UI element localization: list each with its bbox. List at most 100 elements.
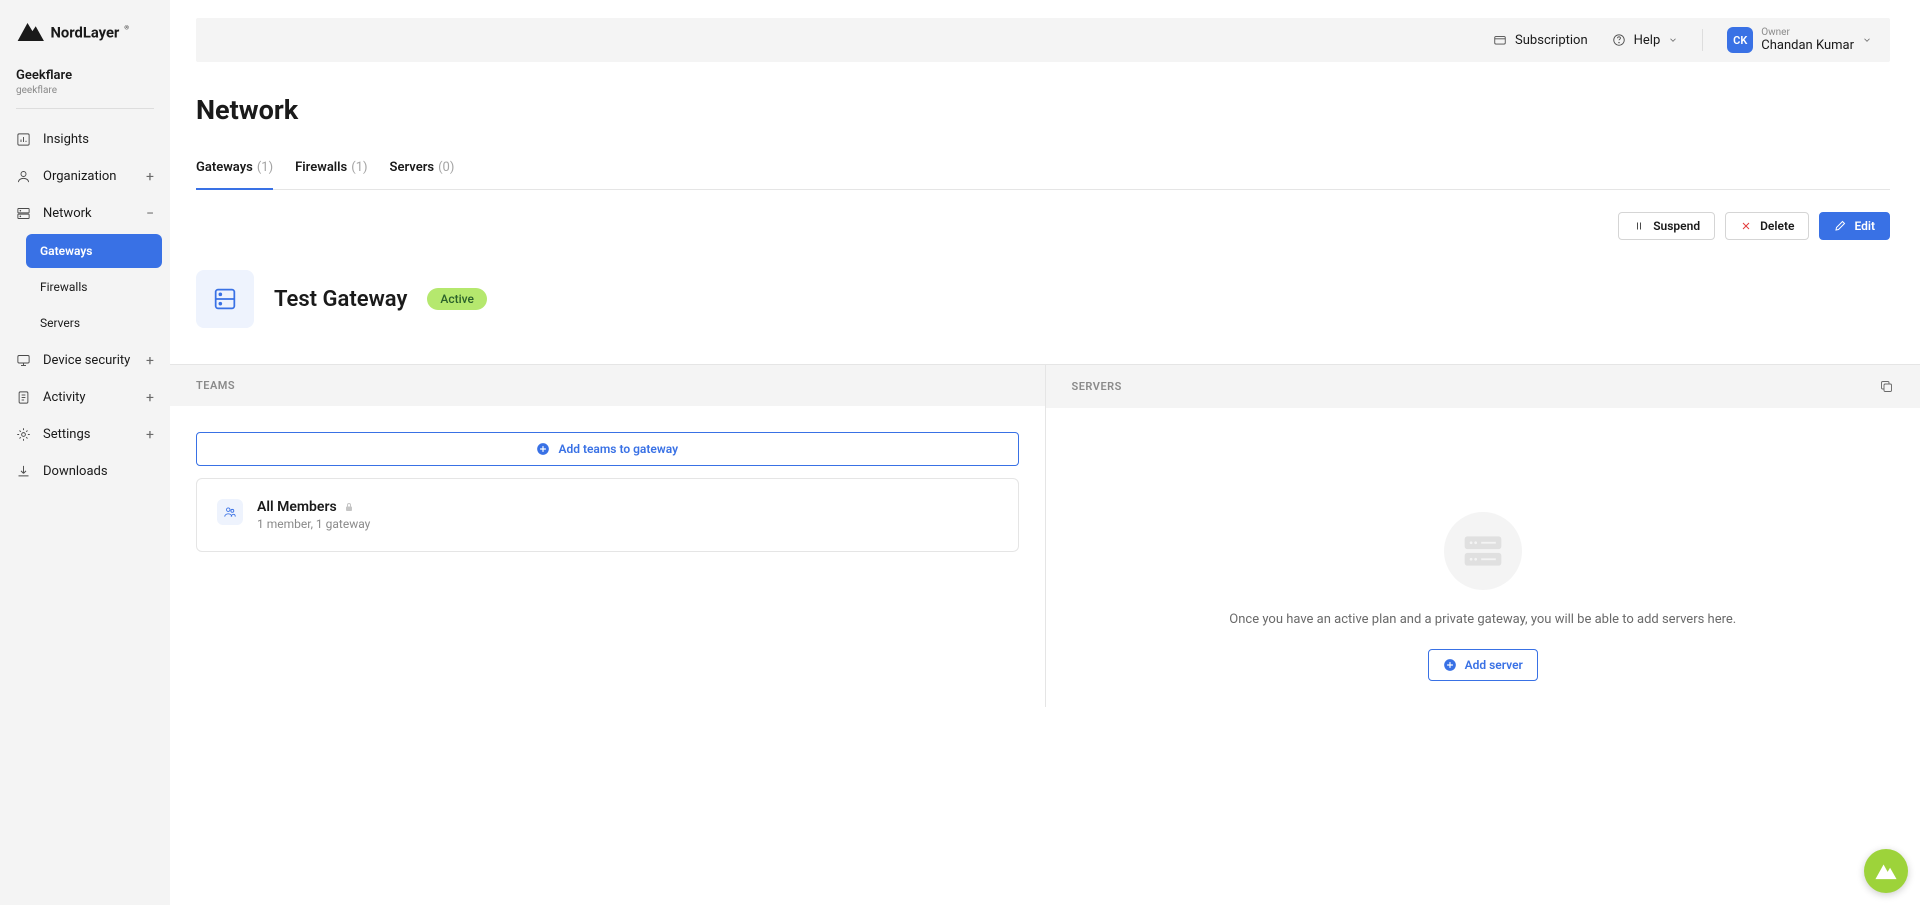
main-content: Subscription Help CK Owner Chandan Kumar… — [170, 0, 1920, 905]
nav-label: Device security — [43, 353, 130, 368]
org-name: Geekflare — [16, 68, 154, 83]
suspend-button[interactable]: Suspend — [1618, 212, 1715, 240]
btn-label: Edit — [1854, 219, 1875, 233]
add-teams-button[interactable]: Add teams to gateway — [196, 432, 1019, 466]
btn-label: Delete — [1760, 219, 1794, 233]
gateway-header: Test Gateway Active — [196, 270, 1890, 328]
status-badge: Active — [427, 288, 487, 310]
tab-gateways[interactable]: Gateways (1) — [196, 160, 273, 189]
topbar: Subscription Help CK Owner Chandan Kumar — [196, 18, 1890, 62]
sidebar-divider — [16, 108, 154, 109]
lock-icon — [343, 501, 355, 513]
servers-panel: SERVERS Once you have an active plan and… — [1046, 365, 1920, 707]
separator — [1702, 29, 1703, 51]
subscription-link[interactable]: Subscription — [1493, 33, 1588, 48]
servers-empty-state: Once you have an active plan and a priva… — [1086, 434, 1881, 681]
expand-icon: + — [146, 170, 154, 184]
nav-downloads[interactable]: Downloads — [8, 453, 162, 490]
nav-sub-firewalls[interactable]: Firewalls — [26, 270, 162, 304]
gateway-name: Test Gateway — [274, 287, 407, 312]
panel-title: TEAMS — [196, 379, 235, 392]
tab-count: (0) — [438, 160, 454, 175]
tab-servers[interactable]: Servers(0) — [390, 160, 455, 189]
chevron-down-icon — [1668, 35, 1678, 45]
user-icon — [16, 169, 31, 184]
x-icon — [1740, 220, 1752, 232]
nav-settings[interactable]: Settings + — [8, 416, 162, 453]
teams-header: TEAMS — [170, 365, 1045, 406]
tab-label: Gateways — [196, 160, 253, 175]
nav-label: Settings — [43, 427, 90, 442]
tab-label: Firewalls — [295, 160, 347, 175]
copy-icon[interactable] — [1879, 379, 1894, 394]
subscription-label: Subscription — [1515, 33, 1588, 48]
nav-label: Downloads — [43, 464, 108, 479]
nav-label: Organization — [43, 169, 116, 184]
chat-fab[interactable] — [1864, 849, 1908, 893]
panels: TEAMS Add teams to gateway All Members — [170, 364, 1920, 707]
help-label: Help — [1634, 33, 1661, 48]
nord-icon — [1873, 858, 1899, 884]
nav-activity[interactable]: Activity + — [8, 379, 162, 416]
brand-logo[interactable]: NordLayer ® — [8, 18, 162, 68]
subscription-icon — [1493, 33, 1507, 47]
tab-count: (1) — [351, 160, 367, 175]
svg-text:®: ® — [124, 25, 129, 32]
nav-network[interactable]: Network − — [8, 195, 162, 232]
nav-sub-gateways[interactable]: Gateways — [26, 234, 162, 268]
org-slug: geekflare — [16, 85, 154, 96]
expand-icon: + — [146, 428, 154, 442]
user-menu[interactable]: CK Owner Chandan Kumar — [1727, 27, 1872, 54]
plus-circle-icon — [1443, 658, 1457, 672]
team-meta: 1 member, 1 gateway — [257, 517, 370, 531]
team-name-row: All Members — [257, 499, 370, 515]
nav-organization[interactable]: Organization + — [8, 158, 162, 195]
expand-icon: + — [146, 354, 154, 368]
nav-sub-servers[interactable]: Servers — [26, 306, 162, 340]
servers-header: SERVERS — [1046, 365, 1920, 408]
user-role: Owner — [1761, 27, 1854, 38]
nav-label: Network — [43, 206, 92, 221]
chevron-down-icon — [1862, 35, 1872, 45]
nav-label: Activity — [43, 390, 86, 405]
nav-device-security[interactable]: Device security + — [8, 342, 162, 379]
collapse-icon: − — [146, 207, 154, 221]
empty-text: Once you have an active plan and a priva… — [1229, 612, 1736, 627]
tabs: Gateways (1) Firewalls (1) Servers(0) — [196, 160, 1890, 190]
team-icon — [217, 499, 243, 525]
btn-label: Add teams to gateway — [558, 442, 678, 456]
btn-label: Add server — [1465, 658, 1523, 672]
chart-icon — [16, 132, 31, 147]
plus-circle-icon — [536, 442, 550, 456]
tab-count: (1) — [257, 160, 273, 175]
nav-insights[interactable]: Insights — [8, 121, 162, 158]
gear-icon — [16, 427, 31, 442]
add-server-button[interactable]: Add server — [1428, 649, 1538, 681]
download-icon — [16, 464, 31, 479]
edit-button[interactable]: Edit — [1819, 212, 1890, 240]
help-icon — [1612, 33, 1626, 47]
tab-firewalls[interactable]: Firewalls (1) — [295, 160, 367, 189]
gateway-actions: Suspend Delete Edit — [196, 212, 1890, 240]
teams-panel: TEAMS Add teams to gateway All Members — [170, 365, 1046, 707]
activity-icon — [16, 390, 31, 405]
server-icon — [16, 206, 31, 221]
sidebar: NordLayer ® Geekflare geekflare Insights… — [0, 0, 170, 905]
svg-text:NordLayer: NordLayer — [51, 24, 120, 42]
tab-label: Servers — [390, 160, 435, 175]
nav-label: Insights — [43, 132, 89, 147]
expand-icon: + — [146, 391, 154, 405]
pause-icon — [1633, 220, 1645, 232]
btn-label: Suspend — [1653, 219, 1700, 233]
server-illustration — [1444, 512, 1522, 590]
org-info: Geekflare geekflare — [8, 68, 162, 108]
avatar: CK — [1727, 27, 1753, 53]
team-name: All Members — [257, 499, 337, 515]
team-card[interactable]: All Members 1 member, 1 gateway — [196, 478, 1019, 552]
delete-button[interactable]: Delete — [1725, 212, 1809, 240]
help-link[interactable]: Help — [1612, 33, 1679, 48]
pencil-icon — [1834, 220, 1846, 232]
panel-title: SERVERS — [1072, 380, 1122, 393]
monitor-icon — [16, 353, 31, 368]
user-name: Chandan Kumar — [1761, 38, 1854, 54]
